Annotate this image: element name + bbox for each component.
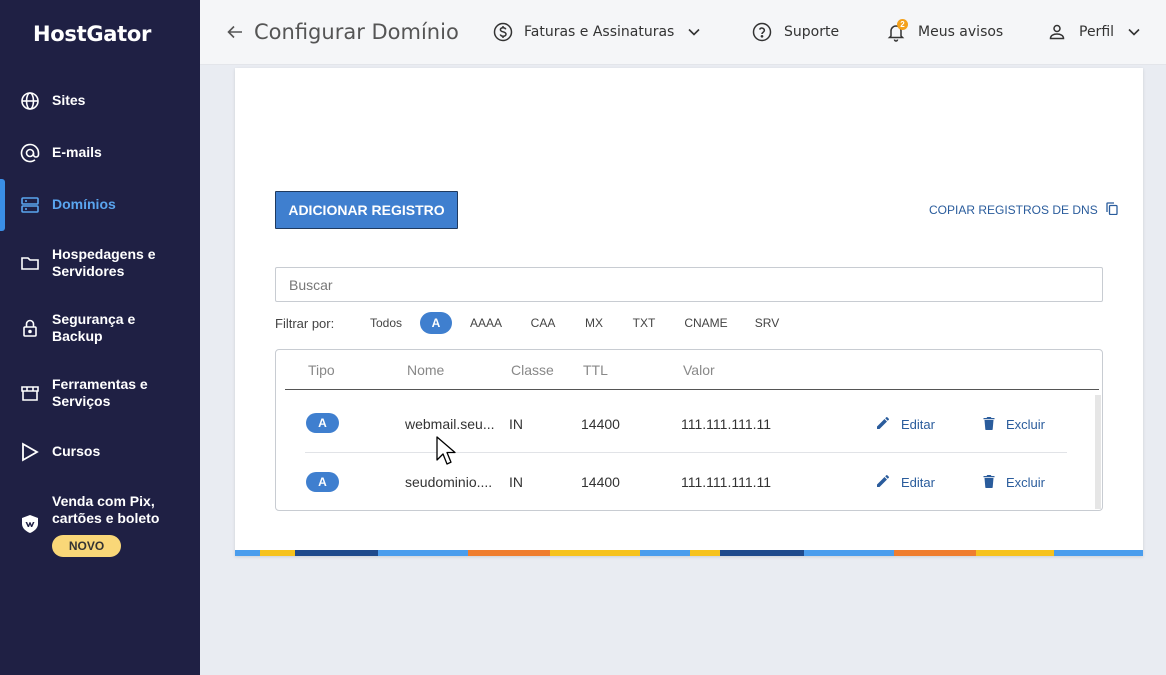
sidebar: HostGator Sites E-mails Domínios Hospeda… <box>0 0 200 675</box>
filter-chip-aaaa[interactable]: AAAA <box>462 312 510 334</box>
filter-chip-srv[interactable]: SRV <box>748 312 786 334</box>
column-header-valor[interactable]: Valor <box>683 362 715 378</box>
sidebar-item-label: Domínios <box>52 196 116 212</box>
mouse-cursor-icon <box>436 436 456 471</box>
sidebar-item-label: Sites <box>52 92 86 108</box>
filter-chip-a[interactable]: A <box>420 312 452 334</box>
notices-label: Meus avisos <box>918 24 1004 40</box>
column-header-ttl[interactable]: TTL <box>583 362 608 378</box>
edit-button[interactable]: Editar <box>876 474 935 491</box>
delete-button[interactable]: Excluir <box>983 416 1045 433</box>
copy-icon <box>1098 202 1118 218</box>
profile-menu[interactable]: Perfil <box>1047 22 1140 42</box>
record-type-badge: A <box>306 472 339 492</box>
invoices-menu[interactable]: Faturas e Assinaturas <box>493 22 700 42</box>
support-label: Suporte <box>784 24 840 40</box>
back-arrow-icon[interactable] <box>226 23 244 46</box>
add-record-button[interactable]: ADICIONAR REGISTRO <box>275 191 458 229</box>
record-name: seudominio.... <box>405 474 493 490</box>
folder-icon <box>19 252 41 274</box>
filter-chip-mx[interactable]: MX <box>576 312 612 334</box>
notification-count-badge: 2 <box>897 19 908 30</box>
trash-icon <box>983 474 1006 491</box>
server-icon <box>19 194 41 216</box>
table-scrollbar[interactable] <box>1095 395 1101 509</box>
user-icon <box>1047 22 1067 42</box>
sidebar-item-label: Cursos <box>52 443 101 459</box>
record-class: IN <box>509 416 523 432</box>
shield-icon <box>19 513 41 535</box>
record-type-badge: A <box>306 413 339 433</box>
row-divider <box>305 452 1067 453</box>
record-ttl: 14400 <box>581 474 620 490</box>
edit-button[interactable]: Editar <box>876 416 935 433</box>
filter-chip-txt[interactable]: TXT <box>624 312 664 334</box>
trash-icon <box>983 416 1006 433</box>
chevron-down-icon <box>1128 28 1140 36</box>
record-name: webmail.seu... <box>405 416 495 432</box>
sidebar-item-label: E-mails <box>52 144 102 160</box>
page-title: Configurar Domínio <box>254 20 459 44</box>
header-divider <box>285 389 1099 390</box>
dollar-circle-icon <box>493 22 513 42</box>
delete-button[interactable]: Excluir <box>983 474 1045 491</box>
record-ttl: 14400 <box>581 416 620 432</box>
filter-chip-cname[interactable]: CNAME <box>676 312 736 334</box>
filter-chip-todos[interactable]: Todos <box>360 312 412 334</box>
sidebar-item-label: Ferramentas e Serviços <box>52 376 148 409</box>
profile-label: Perfil <box>1079 24 1115 40</box>
edit-label: Editar <box>901 475 935 490</box>
at-icon <box>19 142 41 164</box>
novo-badge: NOVO <box>52 535 121 557</box>
pencil-icon <box>876 474 901 491</box>
filter-chip-caa[interactable]: CAA <box>522 312 564 334</box>
decorative-stripe <box>235 550 1143 556</box>
edit-label: Editar <box>901 417 935 432</box>
delete-label: Excluir <box>1006 417 1046 432</box>
record-class: IN <box>509 474 523 490</box>
copy-dns-records-link[interactable]: COPIAR REGISTROS DE DNS <box>929 202 1118 218</box>
column-header-tipo[interactable]: Tipo <box>308 362 335 378</box>
help-circle-icon <box>752 22 772 42</box>
pencil-icon <box>876 416 901 433</box>
play-icon <box>19 441 41 463</box>
record-value: 111.111.111.11 <box>681 474 772 490</box>
delete-label: Excluir <box>1006 475 1046 490</box>
sidebar-item-label: Segurança e Backup <box>52 311 136 344</box>
hostgator-logo[interactable]: HostGator <box>33 22 151 46</box>
store-icon <box>19 382 41 404</box>
active-indicator <box>0 179 5 231</box>
copy-dns-label: COPIAR REGISTROS DE DNS <box>929 203 1098 217</box>
filter-label: Filtrar por: <box>275 316 335 331</box>
search-input[interactable] <box>275 267 1103 302</box>
invoices-label: Faturas e Assinaturas <box>524 24 675 40</box>
sidebar-item-label: Hospedagens e Servidores <box>52 246 156 279</box>
column-header-nome[interactable]: Nome <box>407 362 444 378</box>
column-header-classe[interactable]: Classe <box>511 362 554 378</box>
globe-icon <box>19 90 41 112</box>
lock-icon <box>19 317 41 339</box>
chevron-down-icon <box>688 28 700 36</box>
record-value: 111.111.111.11 <box>681 416 772 432</box>
support-menu[interactable]: Suporte <box>752 22 839 42</box>
sidebar-item-label: Venda com Pix, cartões e boleto <box>52 493 160 526</box>
